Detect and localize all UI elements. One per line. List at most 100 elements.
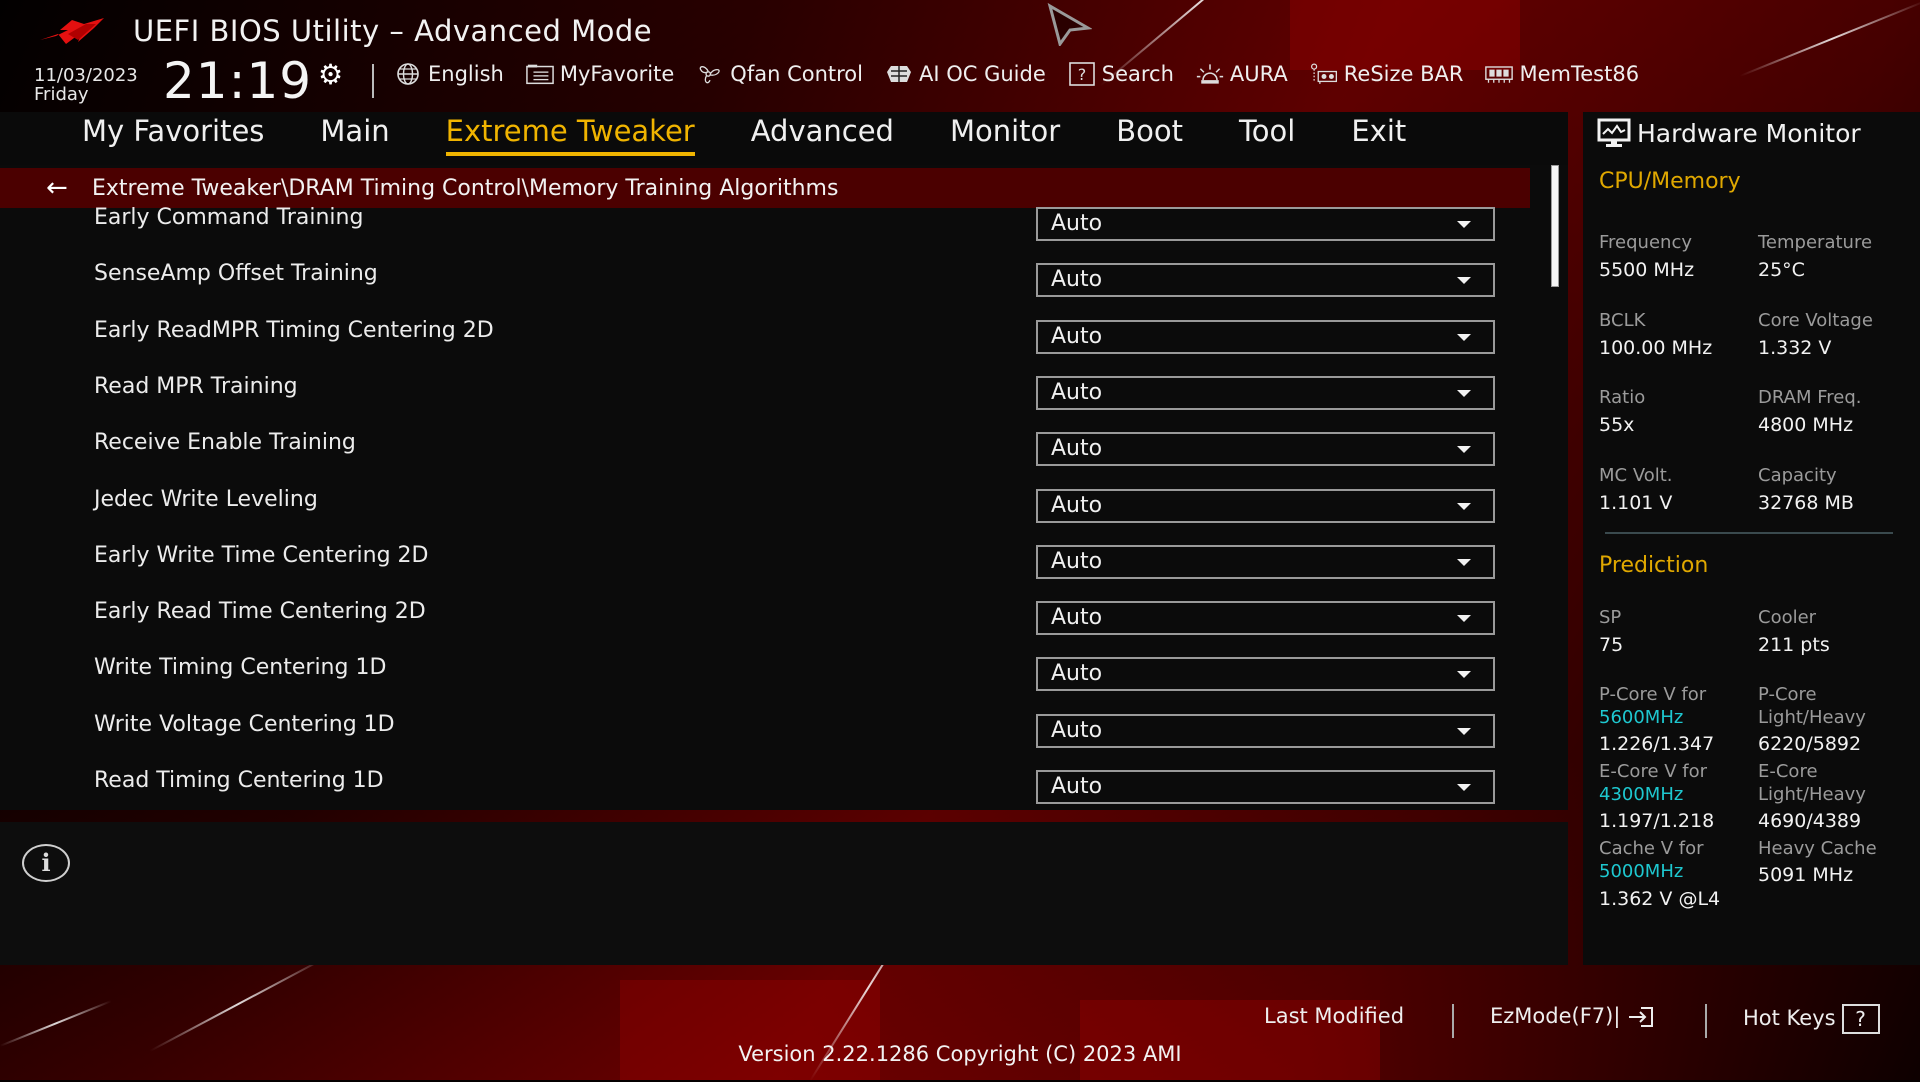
cache-v-label: Cache V for [1599,838,1704,859]
cpu-memory-heading: CPU/Memory [1599,169,1741,194]
stat-value: 5500 MHz [1599,259,1695,281]
setting-dropdown[interactable]: Auto [1036,207,1495,241]
setting-row[interactable]: Early Write Time Centering 2D Auto [0,535,1530,591]
settings-panel: ← Extreme Tweaker\DRAM Timing Control\Me… [0,165,1568,810]
prediction-heading: Prediction [1599,553,1709,578]
setting-row[interactable]: Read MPR Training Auto [0,366,1530,422]
cache-v-freq: 5000MHz [1599,861,1684,882]
myfavorite-button[interactable]: MyFavorite [526,62,674,86]
aura-light-icon [1196,62,1224,86]
stat-label: DRAM Freq. [1758,387,1862,408]
sp-label: SP [1599,607,1622,628]
aura-button[interactable]: AURA [1196,62,1288,86]
setting-label: Write Voltage Centering 1D [94,711,395,737]
stat-label: Ratio [1599,387,1646,408]
ezmode-button[interactable]: EzMode(F7)| [1490,1004,1655,1028]
cooler-value: 211 pts [1758,634,1830,656]
monitor-icon [1597,118,1631,147]
dropdown-value: Auto [1051,717,1103,743]
ecore-v-label: E-Core V for [1599,761,1708,782]
setting-label: Early Write Time Centering 2D [94,542,429,568]
divider [1605,532,1893,534]
gear-icon[interactable]: ⚙ [318,58,343,91]
cooler-label: Cooler [1758,607,1817,628]
version-copyright: Version 2.22.1286 Copyright (C) 2023 AMI [738,1042,1182,1066]
stat-label: BCLK [1599,309,1646,331]
setting-row[interactable]: Write Voltage Centering 1D Auto [0,704,1530,760]
chevron-down-icon [1457,277,1471,285]
tab-main[interactable]: Main [320,114,389,156]
myfavorite-label: MyFavorite [559,62,675,86]
ai-oc-guide-button[interactable]: AI OC Guide [885,62,1046,86]
setting-dropdown[interactable]: Auto [1036,263,1495,298]
setting-row[interactable]: Early ReadMPR Timing Centering 2D Auto [0,310,1530,366]
tab-tool[interactable]: Tool [1239,114,1295,156]
chevron-down-icon [1457,558,1471,566]
hot-keys-button[interactable]: Hot Keys? [1743,1004,1880,1034]
setting-label: Read Timing Centering 1D [94,768,384,793]
setting-dropdown[interactable]: Auto [1036,544,1495,579]
stat-label: Frequency [1599,232,1692,253]
setting-label: Jedec Write Leveling [94,486,318,512]
pcore-lh-label: P-Core [1758,684,1817,705]
sp-value: 75 [1599,634,1624,656]
setting-dropdown[interactable]: Auto [1036,713,1495,748]
tab-monitor[interactable]: Monitor [950,114,1060,156]
chevron-down-icon [1457,446,1471,454]
qfan-control-label: Qfan Control [730,62,863,86]
dropdown-value: Auto [1051,548,1103,574]
setting-row[interactable]: Write Timing Centering 1D Auto [0,647,1530,703]
tab-advanced[interactable]: Advanced [751,114,894,156]
setting-row[interactable]: Early Command Training Auto [0,197,1530,253]
svg-text:?: ? [1078,65,1087,84]
dropdown-value: Auto [1051,267,1103,293]
stat-value: 32768 MB [1758,491,1854,514]
setting-row[interactable]: Receive Enable Training Auto [0,422,1530,478]
dropdown-value: Auto [1051,492,1103,518]
scrollbar-thumb[interactable] [1551,165,1559,287]
divider [1452,1004,1454,1038]
tab-exit[interactable]: Exit [1351,114,1406,156]
chevron-down-icon [1457,784,1471,791]
setting-dropdown[interactable]: Auto [1036,488,1495,523]
help-info-panel: i [0,822,1568,965]
setting-dropdown[interactable]: Auto [1036,601,1495,636]
date-display: 11/03/2023 Friday [34,66,138,104]
setting-row[interactable]: Read Timing Centering 1D Auto [0,760,1530,810]
setting-dropdown[interactable]: Auto [1036,657,1495,692]
setting-row[interactable]: SenseAmp Offset Training Auto [0,253,1530,309]
app-title: UEFI BIOS Utility – Advanced Mode [133,14,653,48]
setting-dropdown[interactable]: Auto [1036,432,1495,467]
stat-label: Core Voltage [1758,309,1873,331]
setting-row[interactable]: Early Read Time Centering 2D Auto [0,591,1530,647]
setting-dropdown[interactable]: Auto [1036,770,1495,804]
tab-extreme-tweaker[interactable]: Extreme Tweaker [445,114,695,156]
memtest86-button[interactable]: MemTest86 [1485,62,1639,86]
last-modified-button[interactable]: Last Modified [1264,1004,1404,1028]
tab-boot[interactable]: Boot [1116,114,1183,156]
resize-bar-button[interactable]: ReSize BAR [1310,62,1463,86]
setting-label: Write Timing Centering 1D [94,655,387,681]
chevron-down-icon [1457,502,1471,510]
setting-label: Early ReadMPR Timing Centering 2D [94,317,494,343]
search-button[interactable]: ? Search [1068,62,1174,86]
pcore-lh-value: 6220/5892 [1758,733,1862,755]
chevron-down-icon [1457,615,1471,623]
language-button[interactable]: English [394,62,504,86]
info-icon: i [22,844,70,882]
ecore-lh-value: 4690/4389 [1758,810,1862,832]
ecore-v-value: 1.197/1.218 [1599,810,1715,832]
pcore-v-value: 1.226/1.347 [1599,733,1715,755]
setting-dropdown[interactable]: Auto [1036,319,1495,354]
heavy-cache-value: 5091 MHz [1758,864,1854,886]
qfan-control-button[interactable]: Qfan Control [696,62,863,86]
stat-label: Temperature [1758,232,1873,253]
ecore-v-freq: 4300MHz [1599,784,1684,805]
main-tabs: My Favorites Main Extreme Tweaker Advanc… [82,114,1406,156]
stat-value: 1.101 V [1599,491,1673,514]
tab-my-favorites[interactable]: My Favorites [82,114,264,156]
setting-row[interactable]: Jedec Write Leveling Auto [0,479,1530,535]
setting-dropdown[interactable]: Auto [1036,375,1495,410]
memtest86-label: MemTest86 [1519,62,1640,86]
chevron-down-icon [1457,333,1471,341]
